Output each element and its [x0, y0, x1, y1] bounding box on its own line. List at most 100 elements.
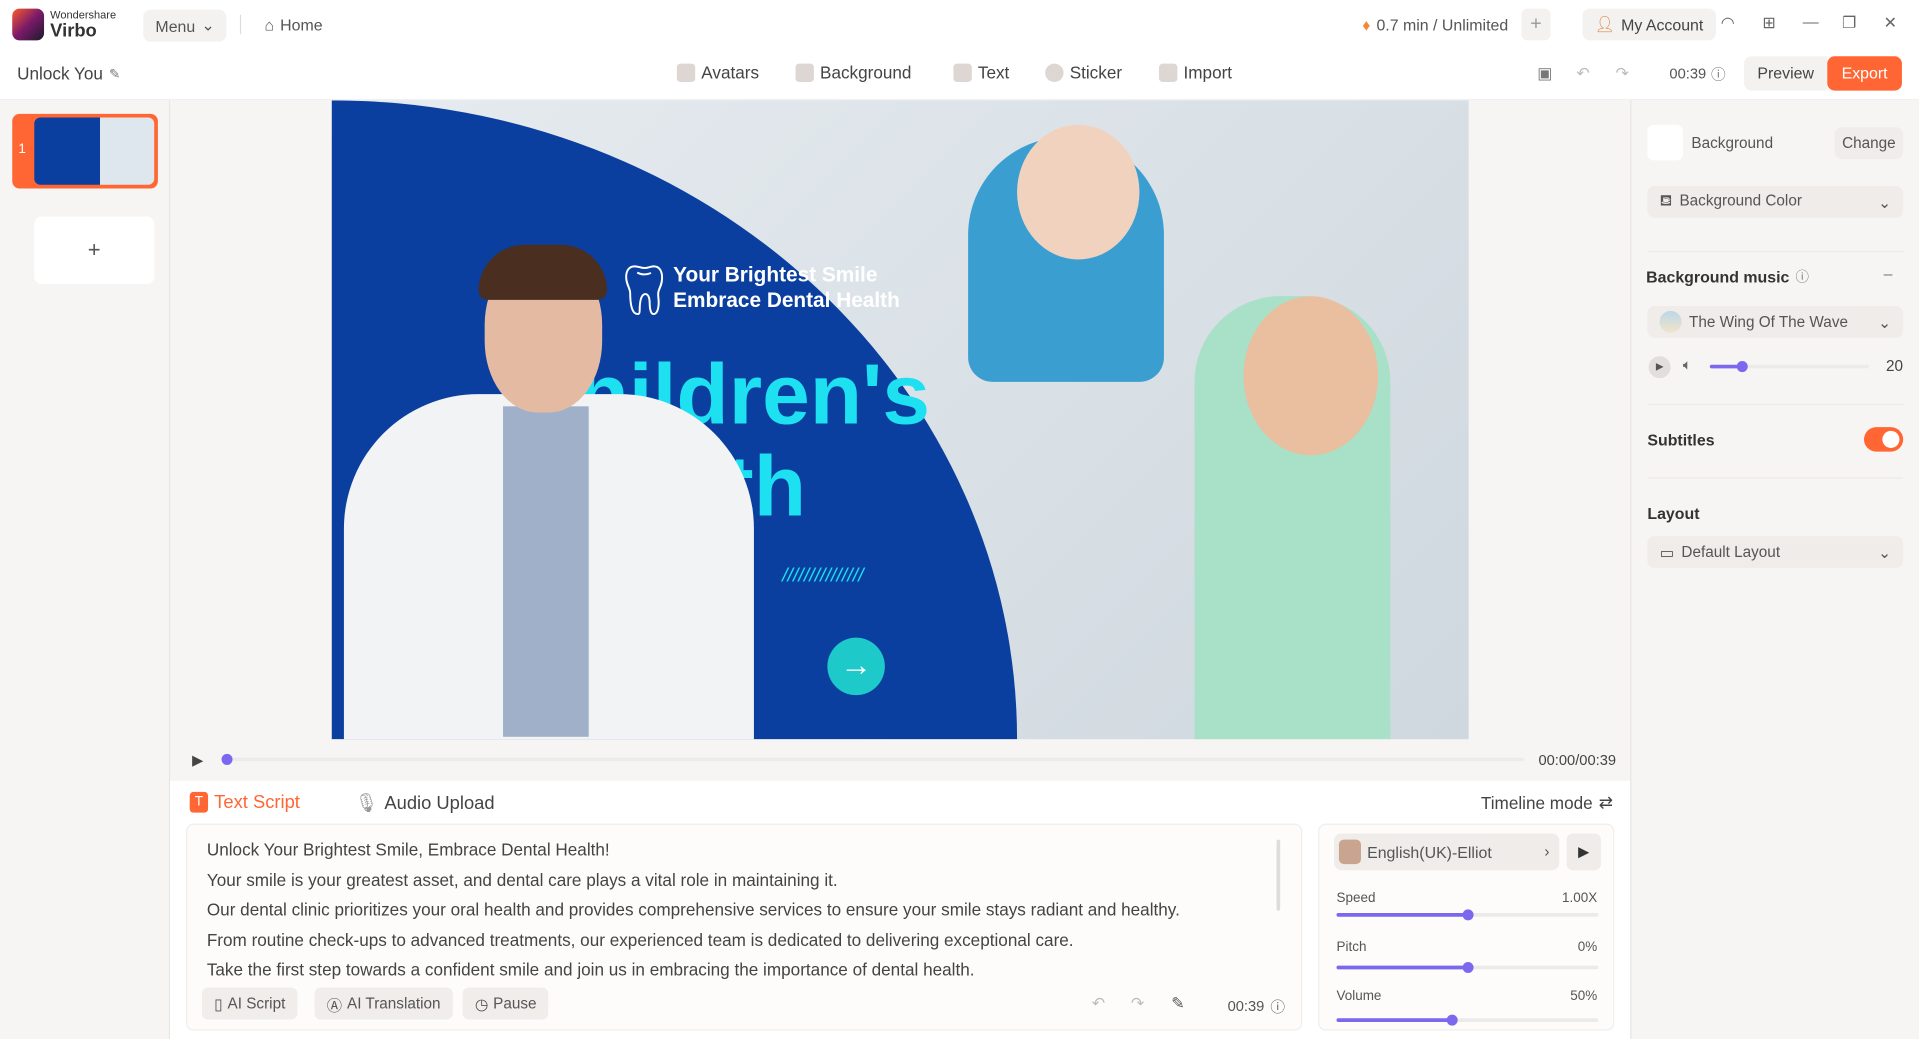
swap-icon: ⇄	[1598, 791, 1614, 812]
voice-avatar	[1338, 839, 1361, 865]
tool-background[interactable]: Background	[795, 62, 912, 83]
ai-translation-button[interactable]: Ⓐ AI Translation	[314, 987, 453, 1020]
script-text[interactable]: Unlock Your Brightest Smile, Embrace Den…	[207, 835, 1180, 986]
menu-button[interactable]: Menu ⌄	[143, 9, 227, 42]
music-volume-value: 20	[1886, 357, 1904, 375]
collapse-icon[interactable]: –	[1884, 264, 1893, 282]
canvas-headline-1: Your Brightest Smile	[673, 263, 878, 287]
microphone-icon: 🎙︎	[354, 793, 379, 814]
home-button[interactable]: ⌂ Home	[264, 16, 322, 34]
music-volume-slider[interactable]	[1709, 361, 1869, 373]
avatar-hair	[478, 244, 608, 300]
add-slide-button[interactable]: +	[34, 216, 155, 284]
subtitles-toggle[interactable]	[1863, 427, 1904, 452]
undo-icon[interactable]: ↶	[1092, 994, 1105, 1014]
undo-icon[interactable]: ↶	[1576, 64, 1589, 84]
script-editor[interactable]: Unlock Your Brightest Smile, Embrace Den…	[186, 823, 1303, 1031]
tab-label: Audio Upload	[384, 792, 495, 814]
avatar-shirt	[503, 406, 589, 737]
clear-brush-icon[interactable]: ✎	[1171, 994, 1184, 1014]
chevron-right-icon: ›	[1544, 843, 1550, 861]
slide-thumbnail-1[interactable]: 1	[12, 113, 158, 189]
help-icon[interactable]: ⓘ	[1270, 996, 1285, 1017]
background-music-title: Background music ⓘ	[1646, 267, 1809, 287]
script-line: Unlock Your Brightest Smile, Embrace Den…	[206, 839, 610, 860]
restore-icon[interactable]: ❐	[1842, 13, 1856, 33]
button-label: AI Translation	[346, 995, 441, 1013]
music-dropdown[interactable]: The Wing Of The Wave ⌄	[1647, 305, 1904, 338]
script-line: Take the first step towards a confident …	[206, 959, 975, 980]
credits-badge: ♦ 0.7 min / Unlimited	[1352, 8, 1518, 41]
account-label: My Account	[1621, 15, 1704, 34]
background-swatch[interactable]	[1647, 124, 1683, 161]
help-icon[interactable]: ⓘ	[1711, 64, 1726, 85]
background-icon	[795, 63, 814, 82]
playback-time: 00:00/00:39	[1538, 751, 1617, 769]
toggle-knob	[1882, 430, 1900, 448]
script-line: From routine check-ups to advanced treat…	[206, 929, 1074, 950]
speed-label: Speed	[1336, 890, 1376, 906]
volume-slider[interactable]	[1336, 1014, 1599, 1026]
script-line: Our dental clinic prioritizes your oral …	[206, 899, 1180, 920]
pitch-slider[interactable]	[1336, 961, 1599, 974]
redo-icon[interactable]: ↷	[1616, 64, 1629, 84]
tool-text[interactable]: Text	[953, 62, 1009, 82]
background-color-dropdown[interactable]: ⛾ Background Color ⌄	[1647, 186, 1904, 218]
clock-icon: ◷	[474, 995, 489, 1013]
slide-number: 1	[18, 141, 26, 157]
speed-slider[interactable]	[1336, 909, 1599, 921]
volume-value: 50%	[1570, 988, 1598, 1004]
playback-scrubber[interactable]	[221, 753, 1524, 765]
credits-text: 0.7 min / Unlimited	[1376, 15, 1509, 34]
tab-text-script[interactable]: T Text Script	[189, 791, 300, 813]
dropdown-label: The Wing Of The Wave	[1688, 313, 1848, 331]
divider	[239, 14, 242, 35]
export-button[interactable]: Export	[1827, 56, 1902, 91]
brand-top: Wondershare	[50, 8, 117, 21]
tool-sticker[interactable]: Sticker	[1045, 62, 1122, 82]
child-face	[1243, 296, 1379, 456]
change-background-button[interactable]: Change	[1834, 127, 1904, 160]
sticker-icon	[1045, 63, 1064, 82]
project-title[interactable]: Unlock You ✎	[17, 64, 120, 84]
pitch-label: Pitch	[1336, 939, 1367, 955]
script-panel: T Text Script 🎙︎ Audio Upload Timeline mod…	[170, 780, 1631, 1039]
voice-play-button[interactable]: ▶	[1566, 833, 1601, 871]
save-icon[interactable]: ▣	[1537, 64, 1552, 84]
voice-selector[interactable]: English(UK)-Elliot ›	[1334, 833, 1560, 871]
home-icon: ⌂	[264, 15, 274, 35]
music-play-button[interactable]: ▶	[1648, 356, 1671, 379]
video-canvas[interactable]: 🦷︎ Your Brightest Smile Embrace Dental H…	[331, 100, 1469, 740]
translate-icon: Ⓐ	[326, 996, 343, 1015]
ai-script-button[interactable]: ▯ AI Script	[201, 987, 298, 1020]
layout-icon: ▭	[1659, 544, 1675, 562]
help-icon[interactable]: ⓘ	[1795, 267, 1808, 287]
dropdown-label: Default Layout	[1681, 542, 1781, 560]
canvas-headline-2: Embrace Dental Health	[673, 288, 900, 313]
minimize-icon[interactable]: —	[1803, 12, 1819, 30]
redo-icon[interactable]: ↷	[1131, 994, 1144, 1014]
tool-avatars[interactable]: Avatars	[676, 62, 759, 82]
tool-label: Background	[820, 62, 912, 83]
play-button[interactable]: ▶	[192, 751, 203, 768]
slide-preview	[34, 117, 155, 185]
script-duration: 00:39	[1227, 997, 1265, 1015]
add-credits-button[interactable]: +	[1521, 8, 1551, 41]
music-thumbnail	[1659, 310, 1682, 333]
tool-label: Sticker	[1069, 62, 1123, 83]
close-icon[interactable]: ✕	[1884, 13, 1897, 33]
diamond-icon: ♦	[1362, 15, 1371, 34]
tool-import[interactable]: Import	[1159, 62, 1232, 82]
my-account-button[interactable]: 👤︎ My Account	[1582, 8, 1716, 41]
layout-dropdown[interactable]: ▭ Default Layout ⌄	[1647, 536, 1904, 568]
preview-button[interactable]: Preview	[1744, 56, 1828, 91]
timeline-mode-button[interactable]: Timeline mode ⇄	[1481, 792, 1613, 813]
button-label: Pause	[493, 995, 537, 1013]
toolbar: Unlock You ✎ Avatars Background Text Stic…	[0, 48, 1919, 101]
virbo-logo-icon	[12, 8, 45, 41]
support-icon[interactable]: ◠	[1721, 13, 1735, 33]
apps-grid-icon[interactable]: ⊞	[1762, 13, 1775, 33]
pause-button[interactable]: ◷ Pause	[462, 987, 549, 1020]
scrollbar[interactable]	[1276, 839, 1281, 911]
tab-audio-upload[interactable]: 🎙︎ Audio Upload	[354, 792, 495, 814]
